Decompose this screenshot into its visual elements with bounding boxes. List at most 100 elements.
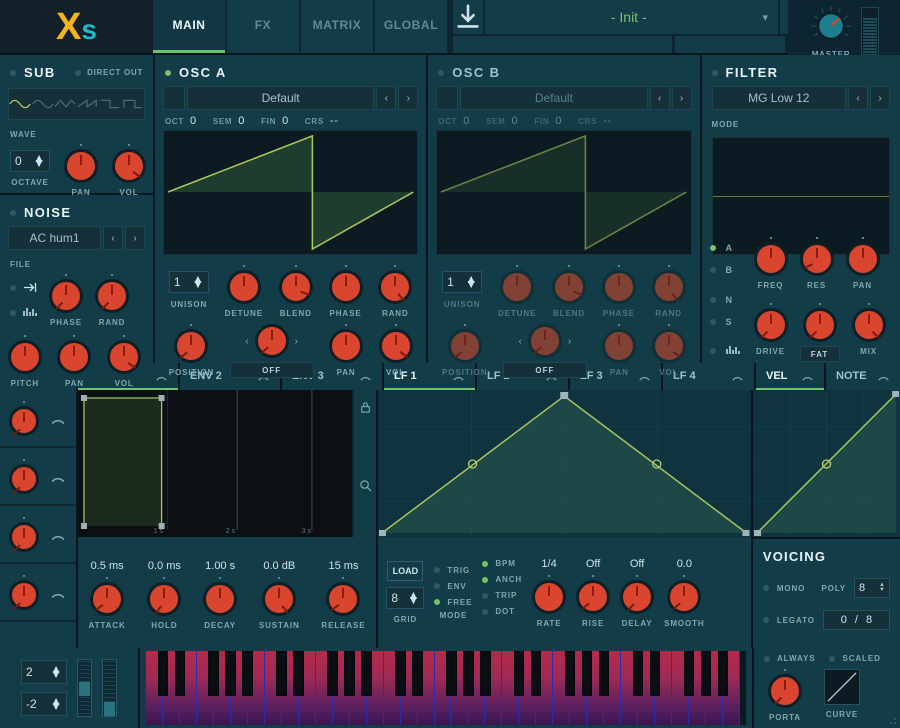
filter-freq-knob[interactable] [753, 242, 788, 277]
osc-b-unison-spinner[interactable]: 1 ▲ ▼ [442, 271, 483, 294]
noise-file-selector[interactable]: AC hum1 ‹ › [8, 226, 145, 251]
noise-loop-icon[interactable] [23, 282, 37, 293]
osc-b-wavetable-next[interactable]: › [671, 86, 692, 111]
piano-black-key[interactable] [276, 651, 287, 696]
osc-a-wavetable-next[interactable]: › [398, 86, 419, 111]
filter-mode-value[interactable]: MG Low 12 [711, 86, 846, 111]
lfo-mode-trig[interactable]: TRIG [434, 566, 472, 575]
piano-black-key[interactable] [344, 651, 355, 696]
sub-wave-saw[interactable] [77, 89, 100, 119]
tab-main[interactable]: MAIN [153, 0, 225, 54]
noise-file-prev[interactable]: ‹ [103, 226, 123, 251]
porta-always-toggle[interactable]: ALWAYS [764, 654, 815, 663]
envelope-display[interactable]: 1 s 2 s 3 s [77, 390, 377, 537]
piano-black-key[interactable] [530, 651, 542, 696]
mod-slot-3[interactable] [0, 506, 76, 564]
osc-b-crs-value[interactable]: -- [603, 115, 612, 127]
lfo-mode-env[interactable]: ENV [434, 582, 472, 591]
osc-a-mode-prev[interactable]: ‹ [245, 336, 248, 347]
filter-drive-knob[interactable] [753, 308, 788, 343]
piano-black-key[interactable] [242, 651, 253, 696]
noise-vol-knob[interactable] [107, 340, 142, 375]
lfo-flag-trip[interactable]: TRIP [482, 591, 522, 600]
tab-note[interactable]: NOTE [826, 363, 900, 390]
tab-matrix[interactable]: MATRIX [301, 0, 373, 54]
osc-a-position-knob[interactable] [174, 329, 209, 364]
osc-b-mode-prev[interactable]: ‹ [519, 336, 522, 347]
piano-black-key[interactable] [412, 651, 423, 696]
osc-a-detune-knob[interactable] [226, 270, 261, 305]
mod-slot-4[interactable] [0, 564, 76, 622]
lfo-load-button[interactable]: LOAD [387, 561, 424, 581]
sub-wave-pulse[interactable] [122, 89, 145, 119]
osc-b-off-button[interactable]: OFF [502, 362, 587, 379]
filter-mix-knob[interactable] [851, 308, 886, 343]
osc-a-wavetable-prev[interactable]: ‹ [376, 86, 397, 111]
sub-wave-triangle[interactable] [54, 89, 77, 119]
lock-icon[interactable] [359, 390, 372, 424]
env-attack-knob[interactable] [90, 581, 125, 616]
piano-black-key[interactable] [598, 651, 610, 696]
arc-icon[interactable] [50, 526, 66, 542]
env-decay-knob[interactable] [203, 581, 238, 616]
lfo-smooth-knob[interactable] [667, 579, 702, 614]
noise-enable-dot[interactable] [10, 209, 16, 216]
voicing-legato-dot[interactable] [762, 617, 769, 623]
osc-a-unison-spinner[interactable]: 1 ▲ ▼ [168, 271, 209, 294]
bend-up-spinner[interactable]: 2 ▲ ▼ [21, 660, 67, 684]
mod-slot-2-knob[interactable] [9, 463, 40, 494]
lfo-mode-free[interactable]: FREE [434, 598, 472, 607]
osc-b-wavetable-prev[interactable]: ‹ [649, 86, 670, 111]
filter-fat-knob[interactable] [802, 308, 837, 343]
osc-a-pan-knob[interactable] [329, 329, 364, 364]
osc-b-enable-dot[interactable] [438, 69, 445, 76]
lfo-grid-spinner[interactable]: 8 ▲ ▼ [386, 587, 425, 609]
piano-black-key[interactable] [632, 651, 644, 696]
osc-a-wavetable-display[interactable] [163, 130, 419, 256]
piano-black-key[interactable] [479, 651, 491, 696]
sub-wave-selector[interactable] [8, 88, 145, 121]
arc-icon[interactable] [50, 468, 66, 484]
osc-b-position-knob[interactable] [447, 329, 482, 364]
sub-octave-spinner[interactable]: 0 ▲ ▼ [10, 150, 50, 173]
piano-black-key[interactable] [157, 651, 169, 696]
mod-slot-1[interactable] [0, 390, 76, 448]
osc-a-fin-value[interactable]: 0 [282, 115, 289, 127]
piano-black-key[interactable] [581, 651, 593, 696]
filter-route-a[interactable]: A [709, 243, 740, 253]
sub-wave-square[interactable] [99, 89, 122, 119]
lfo-flag-bpm[interactable]: BPM [482, 559, 522, 568]
osc-b-sem-value[interactable]: 0 [512, 115, 519, 127]
curve-display[interactable] [824, 669, 860, 705]
osc-a-mode-next[interactable]: › [295, 336, 298, 347]
noise-spectrum-dot[interactable] [10, 309, 16, 316]
master-knob[interactable] [809, 4, 853, 48]
sub-wave-sine2[interactable] [32, 89, 55, 119]
piano-black-key[interactable] [446, 651, 457, 696]
osc-a-enable-dot[interactable] [165, 69, 171, 76]
sub-pan-knob[interactable] [64, 149, 98, 184]
pitch-wheel[interactable] [77, 659, 92, 717]
piano-black-key[interactable] [293, 651, 304, 696]
porta-knob[interactable] [768, 674, 802, 708]
osc-b-wavetable-selector[interactable]: Default ‹ › [436, 86, 692, 111]
sub-direct-out-dot[interactable] [75, 69, 82, 76]
osc-a-wavetable-name[interactable]: Default [187, 86, 375, 111]
env-release-knob[interactable] [326, 581, 361, 616]
filter-mode-prev[interactable]: ‹ [848, 86, 868, 111]
noise-phase-knob[interactable] [49, 279, 83, 314]
filter-mode-next[interactable]: › [870, 86, 890, 111]
osc-a-blend-knob[interactable] [278, 270, 313, 305]
preset-selector[interactable]: - Init - ▾ [485, 0, 778, 34]
noise-pitch-knob[interactable] [7, 340, 42, 375]
lfo-flag-anch[interactable]: ANCH [482, 575, 522, 584]
noise-pan-knob[interactable] [57, 340, 92, 375]
piano-black-key[interactable] [327, 651, 338, 696]
mod-slot-4-knob[interactable] [9, 579, 40, 610]
osc-b-fin-value[interactable]: 0 [555, 115, 562, 127]
env-sustain-knob[interactable] [262, 581, 297, 616]
filter-pan-knob[interactable] [845, 242, 880, 277]
filter-route-n[interactable]: N [709, 295, 740, 305]
piano-black-key[interactable] [564, 651, 576, 696]
piano-black-key[interactable] [395, 651, 406, 696]
